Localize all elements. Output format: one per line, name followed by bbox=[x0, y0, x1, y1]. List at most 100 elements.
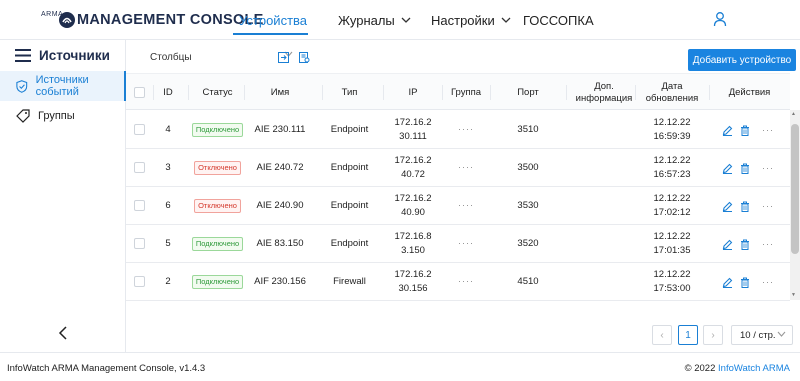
cell-name: AIE 240.90 bbox=[256, 200, 304, 212]
nav-settings[interactable]: Настройки bbox=[431, 0, 511, 40]
row-checkbox[interactable] bbox=[134, 276, 145, 287]
col-header-port[interactable]: Порт bbox=[490, 74, 566, 111]
pagination-page-1[interactable]: 1 bbox=[678, 325, 698, 345]
menu-icon[interactable] bbox=[15, 49, 31, 62]
edit-icon[interactable] bbox=[722, 125, 733, 136]
edit-icon[interactable] bbox=[722, 239, 733, 250]
footer-copyright: © 2022 InfoWatch ARMA bbox=[685, 363, 790, 374]
nav-gossopka[interactable]: ГОССОПКА bbox=[523, 0, 594, 40]
cell-port: 3500 bbox=[517, 162, 539, 174]
cell-group-placeholder: ···· bbox=[458, 162, 474, 173]
cell-updated-time: 17:01:35 bbox=[653, 245, 691, 256]
col-header-type[interactable]: Тип bbox=[322, 74, 377, 111]
trash-icon[interactable] bbox=[740, 277, 750, 288]
edit-icon[interactable] bbox=[722, 163, 733, 174]
col-header-updated[interactable]: Дата обновления bbox=[635, 74, 709, 111]
scroll-down-arrow-icon[interactable]: ▼ bbox=[791, 292, 796, 298]
cell-ip: 172.16.2 30.156 bbox=[384, 263, 442, 301]
sidebar-item-groups[interactable]: Группы bbox=[0, 101, 126, 131]
table-row[interactable]: 4 Подключено AIE 230.111 Endpoint 172.16.2 30… bbox=[126, 111, 790, 149]
document-settings-icon[interactable] bbox=[299, 52, 310, 63]
cell-updated-time: 16:59:39 bbox=[653, 131, 691, 142]
more-actions-icon[interactable]: ··· bbox=[762, 239, 774, 249]
edit-icon[interactable] bbox=[722, 201, 733, 212]
cell-status: Подключено bbox=[189, 263, 246, 301]
cell-updated: 12.12.22 17:02:12 bbox=[635, 187, 709, 225]
columns-select-label: Столбцы bbox=[150, 52, 192, 63]
chevron-left-icon[interactable] bbox=[58, 326, 68, 340]
table-row[interactable]: 2 Подключено AIF 230.156 Firewall 172.16.2 30… bbox=[126, 263, 790, 301]
nav-devices[interactable]: Устройства bbox=[233, 0, 308, 40]
cell-updated-date: 12.12.22 bbox=[653, 193, 691, 205]
cell-status: Отключено bbox=[189, 187, 246, 225]
col-header-extra-info-line1: Доп. bbox=[594, 80, 614, 92]
more-actions-icon[interactable]: ··· bbox=[762, 201, 774, 211]
user-icon[interactable] bbox=[713, 11, 727, 27]
col-header-id[interactable]: ID bbox=[153, 74, 183, 111]
status-badge: Отключено bbox=[194, 161, 241, 175]
cell-status: Отключено bbox=[189, 149, 246, 187]
cell-ip-line1: 172.16.2 bbox=[394, 117, 432, 129]
scrollbar-thumb[interactable] bbox=[791, 124, 799, 254]
cell-updated-date: 12.12.22 bbox=[653, 231, 691, 243]
col-header-ip[interactable]: IP bbox=[384, 74, 442, 111]
cell-ip-line2: 40.90 bbox=[401, 207, 425, 218]
pagination-prev-button[interactable]: ‹ bbox=[652, 325, 672, 345]
row-checkbox[interactable] bbox=[134, 238, 145, 249]
app-logo[interactable]: ARMA MANAGEMENT CONSOLE bbox=[41, 9, 264, 31]
cell-updated-time: 16:57:23 bbox=[653, 169, 691, 180]
more-actions-icon[interactable]: ··· bbox=[762, 277, 774, 287]
row-actions: ··· bbox=[722, 149, 774, 187]
table-row[interactable]: 5 Подключено AIE 83.150 Endpoint 172.16.8 3.1… bbox=[126, 225, 790, 263]
add-device-button[interactable]: Добавить устройство bbox=[688, 49, 796, 71]
sidebar-item-label: Источники событий bbox=[35, 74, 89, 98]
select-all-checkbox[interactable] bbox=[134, 87, 145, 98]
cell-ip-line2: 30.111 bbox=[399, 131, 427, 142]
footer-version: InfoWatch ARMA Management Console, v1.4.… bbox=[7, 363, 206, 374]
row-checkbox[interactable] bbox=[134, 200, 145, 211]
scroll-up-arrow-icon[interactable]: ▲ bbox=[791, 111, 796, 117]
col-header-status[interactable]: Статус bbox=[189, 74, 246, 111]
trash-icon[interactable] bbox=[740, 163, 750, 174]
status-badge: Подключено bbox=[191, 275, 244, 289]
nav-settings-label: Настройки bbox=[431, 12, 495, 28]
cell-ip-line2: 40.72 bbox=[401, 169, 425, 180]
cell-group-placeholder: ···· bbox=[458, 238, 474, 249]
cell-group: ···· bbox=[442, 149, 490, 187]
chevron-down-icon bbox=[501, 17, 511, 23]
cell-port: 3510 bbox=[517, 124, 539, 136]
cell-updated-date: 12.12.22 bbox=[653, 155, 691, 167]
nav-journals-label: Журналы bbox=[338, 12, 395, 28]
nav-journals[interactable]: Журналы bbox=[338, 0, 411, 40]
row-checkbox[interactable] bbox=[134, 162, 145, 173]
col-header-name[interactable]: Имя bbox=[244, 74, 316, 111]
table-scrollbar[interactable] bbox=[790, 110, 800, 300]
trash-icon[interactable] bbox=[740, 125, 750, 136]
pagination-next-button[interactable]: › bbox=[703, 325, 723, 345]
logo-icon bbox=[59, 12, 75, 28]
sidebar-title: Источники bbox=[39, 48, 110, 63]
footer-brand-link[interactable]: InfoWatch ARMA bbox=[718, 363, 790, 374]
cell-port: 3520 bbox=[517, 238, 539, 250]
export-icon[interactable] bbox=[278, 52, 289, 63]
cell-id: 3 bbox=[165, 162, 171, 174]
more-actions-icon[interactable]: ··· bbox=[762, 125, 774, 135]
more-actions-icon[interactable]: ··· bbox=[762, 163, 774, 173]
col-header-actions: Действия bbox=[728, 86, 771, 98]
cell-type: Endpoint bbox=[330, 124, 369, 136]
cell-id: 6 bbox=[165, 200, 171, 212]
edit-icon[interactable] bbox=[722, 277, 733, 288]
columns-select[interactable]: Столбцы bbox=[150, 51, 293, 63]
trash-icon[interactable] bbox=[740, 239, 750, 250]
trash-icon[interactable] bbox=[740, 201, 750, 212]
page-size-select[interactable]: 10 / стр. bbox=[731, 325, 793, 345]
sidebar-item-event-sources[interactable]: Источники событий bbox=[0, 71, 126, 101]
table-row[interactable]: 6 Отключено AIE 240.90 Endpoint 172.16.2 40.9… bbox=[126, 187, 790, 225]
cell-ip: 172.16.8 3.150 bbox=[384, 225, 442, 263]
top-navbar: ARMA MANAGEMENT CONSOLE Устройства Журна… bbox=[0, 0, 800, 40]
col-header-extra-info[interactable]: Доп. информация bbox=[566, 74, 642, 111]
cell-updated-date: 12.12.22 bbox=[653, 269, 691, 281]
row-checkbox[interactable] bbox=[134, 124, 145, 135]
col-header-group[interactable]: Группа bbox=[442, 74, 490, 111]
table-row[interactable]: 3 Отключено AIE 240.72 Endpoint 172.16.2 40.7… bbox=[126, 149, 790, 187]
